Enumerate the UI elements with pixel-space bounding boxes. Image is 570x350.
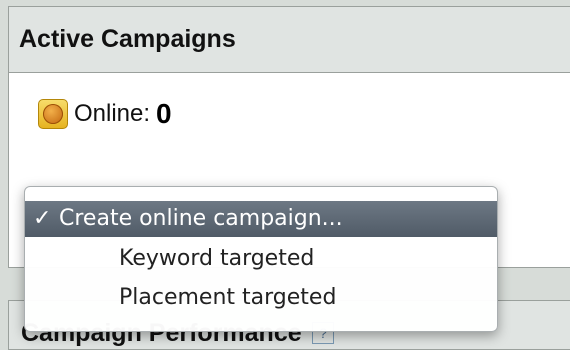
menu-item-create-online-campaign[interactable]: ✓ Create online campaign...	[25, 201, 497, 237]
menu-item-label: Keyword targeted	[119, 246, 315, 271]
menu-item-placement-targeted[interactable]: Placement targeted	[25, 280, 497, 316]
menu-item-label: Create online campaign...	[59, 206, 343, 231]
online-count: 0	[156, 98, 172, 129]
globe-icon	[38, 99, 68, 129]
online-campaigns-row: Online: 0	[38, 98, 172, 130]
create-campaign-dropdown[interactable]: ✓ Create online campaign... Keyword targe…	[24, 186, 498, 332]
menu-item-label: Placement targeted	[119, 285, 337, 310]
menu-item-keyword-targeted[interactable]: Keyword targeted	[25, 241, 497, 277]
active-campaigns-title: Active Campaigns	[19, 25, 236, 53]
active-campaigns-header: Active Campaigns	[9, 7, 570, 73]
online-label: Online:	[74, 100, 151, 127]
checkmark-icon: ✓	[33, 206, 52, 231]
